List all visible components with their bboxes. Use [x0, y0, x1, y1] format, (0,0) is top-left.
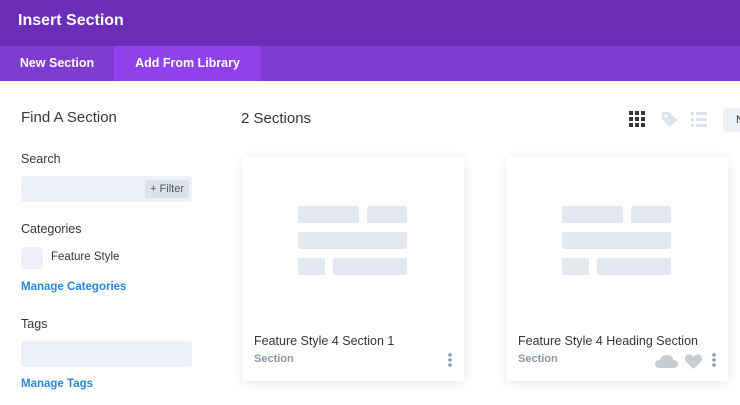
filter-button[interactable]: + Filter	[145, 180, 189, 198]
card-subtitle: Section	[254, 353, 294, 365]
tab-new-section[interactable]: New Section	[0, 46, 114, 81]
section-count: 2 Sections	[241, 110, 312, 127]
thumbnail-placeholder	[298, 232, 407, 249]
sort-button[interactable]: N	[723, 108, 740, 132]
sidebar-title: Find A Section	[21, 109, 117, 126]
thumbnail-placeholder	[562, 258, 589, 275]
categories-label: Categories	[21, 222, 82, 236]
more-options-icon[interactable]	[447, 352, 453, 368]
thumbnail-placeholder	[597, 258, 671, 275]
cloud-icon[interactable]	[654, 354, 679, 369]
thumbnail-placeholder	[562, 206, 623, 223]
manage-categories-link[interactable]: Manage Categories	[21, 281, 126, 293]
tag-icon[interactable]	[660, 110, 678, 128]
manage-tags-link[interactable]: Manage Tags	[21, 378, 93, 390]
thumbnail-placeholder	[631, 206, 671, 223]
category-label[interactable]: Feature Style	[51, 251, 119, 263]
search-input[interactable]: + Filter	[21, 176, 192, 202]
tags-label: Tags	[21, 317, 48, 331]
tab-add-from-library[interactable]: Add From Library	[114, 46, 261, 81]
grid-view-icon[interactable]	[628, 110, 646, 128]
category-checkbox[interactable]	[21, 247, 43, 269]
thumbnail-placeholder	[298, 258, 325, 275]
heart-icon[interactable]	[684, 353, 703, 370]
thumbnail-placeholder	[333, 258, 407, 275]
more-options-icon[interactable]	[711, 352, 717, 368]
card-title: Feature Style 4 Heading Section	[518, 334, 698, 348]
tab-bar: New Section Add From Library	[0, 46, 740, 81]
section-card[interactable]: Feature Style 4 Heading Section Section	[506, 157, 728, 381]
section-card[interactable]: Feature Style 4 Section 1 Section	[242, 157, 464, 381]
card-title: Feature Style 4 Section 1	[254, 334, 395, 348]
tags-input[interactable]	[21, 341, 192, 367]
list-view-icon[interactable]	[690, 110, 708, 128]
title-bar: Insert Section	[0, 0, 740, 46]
card-subtitle: Section	[518, 353, 558, 365]
search-label: Search	[21, 152, 61, 166]
window-title: Insert Section	[18, 12, 124, 29]
thumbnail-placeholder	[562, 232, 671, 249]
thumbnail-placeholder	[298, 206, 359, 223]
thumbnail-placeholder	[367, 206, 407, 223]
